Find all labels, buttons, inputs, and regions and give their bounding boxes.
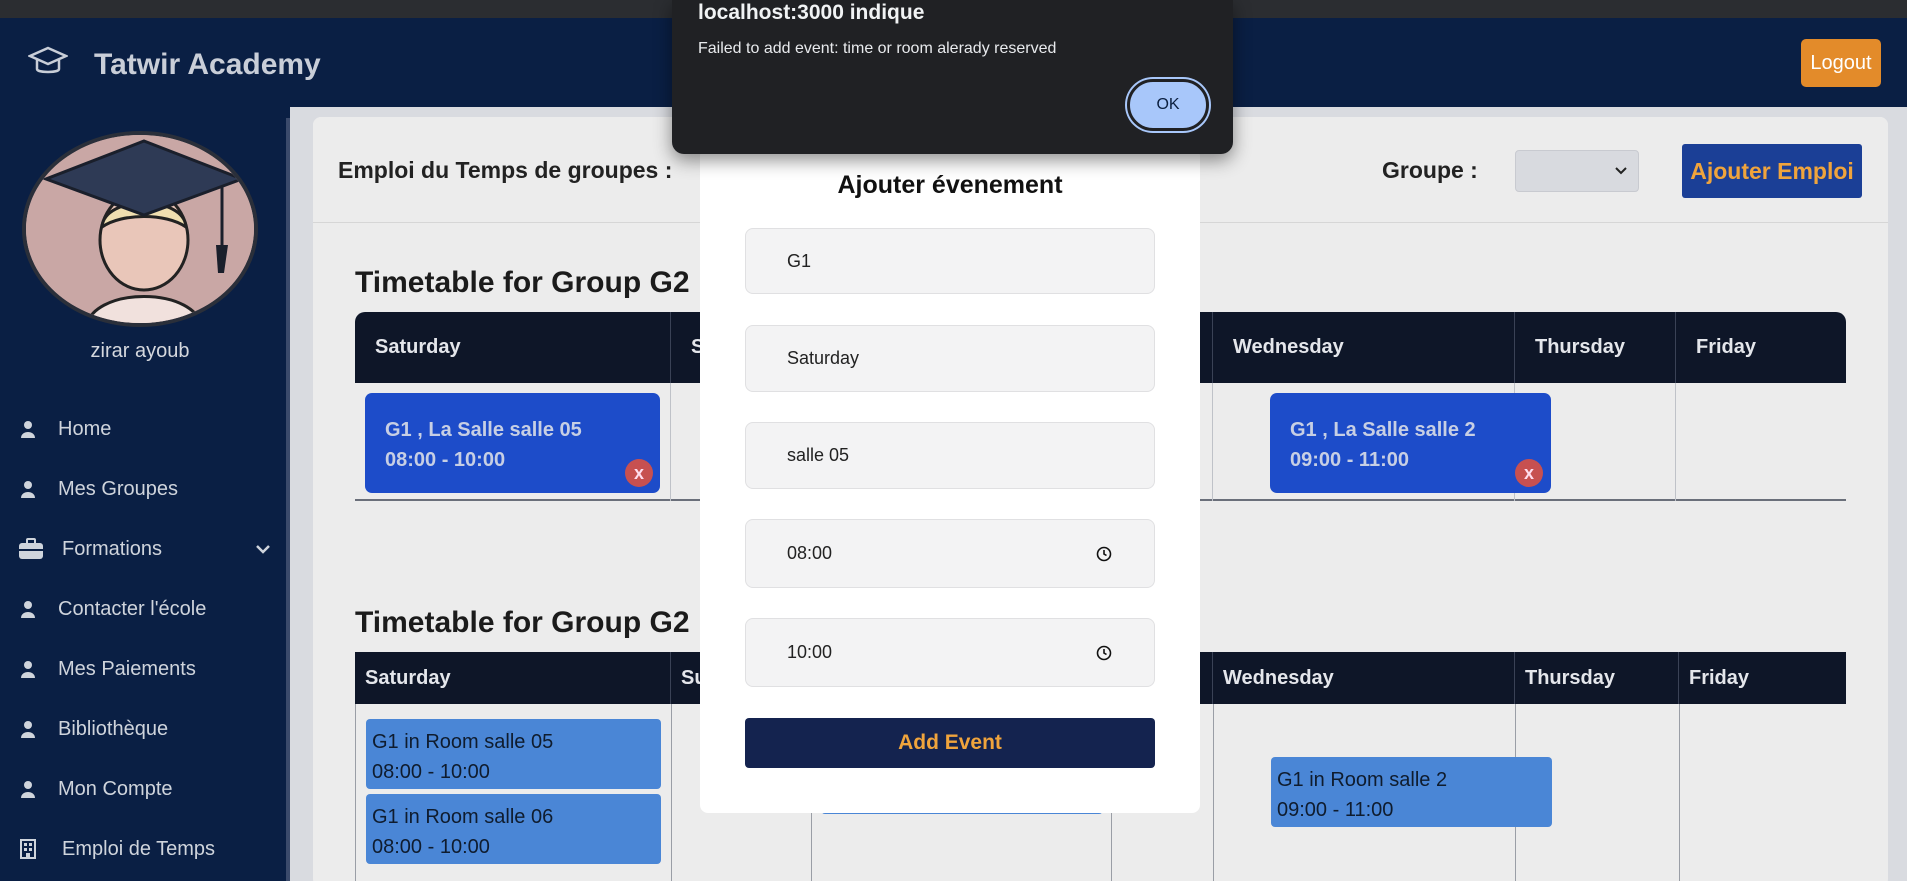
sidebar-item-label: Mes Groupes [58, 477, 179, 500]
sidebar-item-mon-compte[interactable]: Mon Compte [18, 769, 273, 809]
graduation-cap-icon [28, 46, 68, 74]
brand-title: Tatwir Academy [94, 48, 321, 81]
add-event-button[interactable]: Add Event [745, 718, 1155, 768]
user-icon [18, 659, 38, 679]
building-icon [18, 839, 38, 859]
start-time-value: 08:00 [787, 543, 833, 563]
briefcase-icon [18, 538, 44, 559]
day-cell [1676, 383, 1846, 501]
sidebar-item-paiements[interactable]: Mes Paiements [18, 649, 273, 689]
group-field-value: G1 [787, 250, 812, 271]
sidebar-item-label: Contacter l'école [58, 597, 207, 620]
alert-message: Failed to add event: time or room alerad… [698, 40, 1057, 57]
user-name: zirar ayoub [90, 340, 190, 362]
day-header: Wednesday [1213, 652, 1515, 704]
start-time-field[interactable]: 08:00 [745, 519, 1155, 588]
user-icon [18, 779, 38, 799]
chevron-down-icon[interactable] [253, 539, 273, 559]
event-card[interactable]: G1 in Room salle 05 08:00 - 10:00 [366, 719, 661, 789]
avatar [22, 131, 258, 327]
event-room: G1 , La Salle salle 2 [1290, 419, 1476, 441]
timetable-title: Timetable for Group G2 [355, 606, 690, 639]
sidebar-item-label: Mes Paiements [58, 657, 196, 680]
user-icon [18, 719, 38, 739]
event-room: G1 in Room salle 05 [372, 731, 554, 753]
modal-title: Ajouter évenement [837, 171, 1063, 199]
page-title: Emploi du Temps de groupes : [338, 157, 673, 183]
room-field-value: salle 05 [787, 445, 850, 465]
delete-event-button[interactable]: x [625, 459, 653, 487]
delete-event-button[interactable]: x [1515, 459, 1543, 487]
event-card[interactable]: G1 , La Salle salle 2 09:00 - 11:00 x [1270, 393, 1551, 493]
sidebar-item-bibliotheque[interactable]: Bibliothèque [18, 709, 273, 749]
group-field[interactable]: G1 [745, 228, 1155, 294]
chevron-down-icon [1615, 167, 1627, 175]
day-header: Friday [1689, 666, 1750, 689]
logout-button[interactable]: Logout [1801, 39, 1881, 87]
event-time: 09:00 - 11:00 [1290, 449, 1409, 471]
event-card[interactable]: G1 in Room salle 2 09:00 - 11:00 [1271, 757, 1552, 827]
sidebar-scroll-edge [286, 118, 290, 881]
sidebar-item-mes-groupes[interactable]: Mes Groupes [18, 469, 273, 509]
add-schedule-button[interactable]: Ajouter Emploi [1682, 144, 1862, 198]
sidebar-item-emploi-de-temps[interactable]: Emploi de Temps [18, 829, 273, 869]
sidebar-item-label: Bibliothèque [58, 717, 169, 740]
event-card[interactable]: G1 , La Salle salle 05 08:00 - 10:00 x [365, 393, 660, 493]
group-label: Groupe : [1382, 157, 1478, 183]
sidebar-item-label: Emploi de Temps [62, 837, 216, 860]
day-field-value: Saturday [787, 348, 860, 368]
alert-ok-button[interactable]: OK [1127, 79, 1209, 131]
avatar-graduate-icon [26, 135, 254, 323]
sidebar-item-contacter[interactable]: Contacter l'école [18, 589, 273, 629]
event-room: G1 in Room salle 06 [372, 806, 554, 828]
day-header: Friday [1696, 336, 1757, 358]
clock-icon[interactable] [1096, 645, 1112, 661]
day-header: Wednesday [1213, 312, 1515, 383]
room-field[interactable]: salle 05 [745, 422, 1155, 489]
group-select[interactable] [1515, 150, 1639, 192]
event-room: G1 in Room salle 2 [1277, 769, 1448, 791]
clock-icon[interactable] [1096, 546, 1112, 562]
sidebar-item-formations[interactable]: Formations [18, 529, 273, 569]
sidebar: zirar ayoub Home Mes Groupes Formations … [0, 107, 290, 881]
event-card[interactable]: G1 in Room salle 06 08:00 - 10:00 [366, 794, 661, 864]
day-header: Saturday [355, 312, 671, 383]
day-header: Thursday [1515, 652, 1679, 704]
event-time: 08:00 - 10:00 [385, 449, 506, 471]
sidebar-item-label: Formations [62, 537, 163, 560]
day-cell [1680, 704, 1847, 881]
event-time: 08:00 - 10:00 [372, 761, 490, 783]
user-icon [18, 479, 38, 499]
day-header: Thursday [1515, 312, 1676, 383]
end-time-value: 10:00 [787, 642, 833, 662]
timetable-title: Timetable for Group G2 [355, 266, 690, 299]
sidebar-item-label: Mon Compte [58, 777, 173, 800]
day-field[interactable]: Saturday [745, 325, 1155, 392]
sidebar-item-home[interactable]: Home [18, 409, 273, 449]
day-header: Saturday [355, 652, 671, 704]
event-room: G1 , La Salle salle 05 [385, 419, 582, 441]
user-icon [18, 419, 38, 439]
sidebar-item-label: Home [58, 417, 112, 440]
event-time: 09:00 - 11:00 [1277, 799, 1394, 821]
alert-title: localhost:3000 indique [698, 1, 925, 24]
user-icon [18, 599, 38, 619]
end-time-field[interactable]: 10:00 [745, 618, 1155, 687]
event-time: 08:00 - 10:00 [372, 836, 490, 858]
